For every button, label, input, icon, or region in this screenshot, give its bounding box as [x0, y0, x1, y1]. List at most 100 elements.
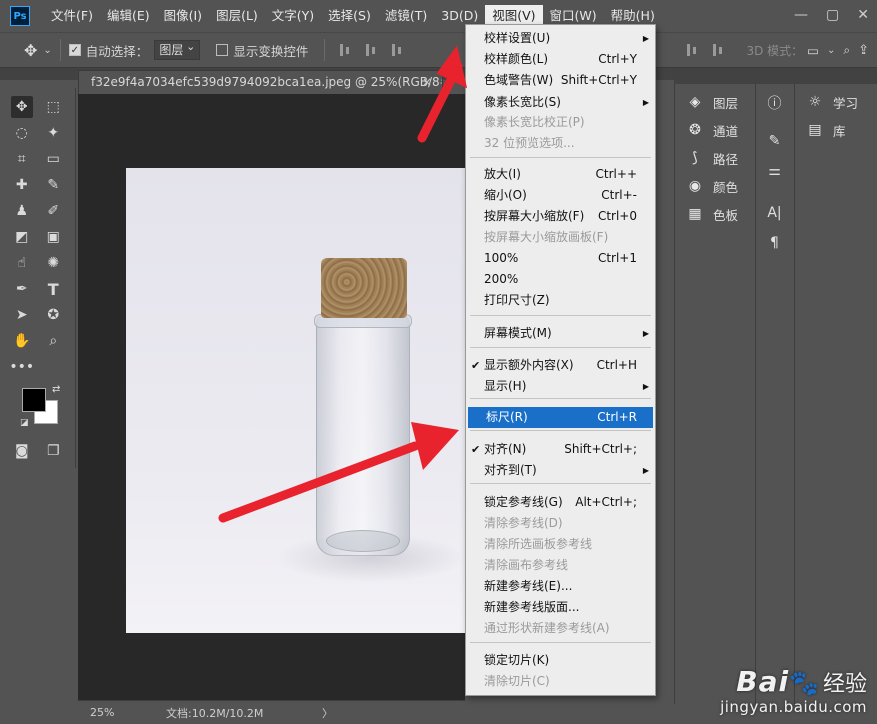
view-menu-item[interactable]: 像素长宽比(S) ▶: [466, 92, 655, 113]
swap-colors-icon[interactable]: ⇄: [52, 384, 60, 395]
search-icon[interactable]: ⌕: [843, 43, 850, 58]
panel-color[interactable]: ◉ 颜色: [675, 172, 754, 200]
menu-type[interactable]: 文字(Y): [265, 5, 321, 27]
view-menu-item[interactable]: 锁定切片(K): [466, 650, 655, 671]
lasso-tool-icon[interactable]: ◌: [11, 122, 33, 144]
view-menu-item[interactable]: 按屏幕大小缩放(F) Ctrl+0: [466, 206, 655, 227]
panel-learn[interactable]: ☼ 学习: [795, 88, 877, 116]
document-tab[interactable]: f32e9f4a7034efc539d9794092bca1ea.jpeg @ …: [78, 70, 443, 94]
canvas-area[interactable]: [78, 94, 465, 700]
3d-chevron-icon[interactable]: ⌄: [827, 45, 835, 56]
panel-layers[interactable]: ◈ 图层: [675, 88, 754, 116]
align-top-icon[interactable]: [337, 41, 355, 59]
smudge-tool-icon[interactable]: ☝: [11, 252, 33, 274]
swatches-icon: ▦: [688, 206, 702, 222]
view-menu-item: 像素长宽比校正(P): [466, 112, 655, 133]
distribute-h-icon[interactable]: [684, 41, 702, 59]
view-menu-item-label: 校样颜色(L): [484, 52, 549, 66]
view-menu-item[interactable]: 打印尺寸(Z): [466, 290, 655, 311]
pen-tool-icon[interactable]: ✒: [11, 278, 33, 300]
more-tools-icon[interactable]: •••: [9, 356, 34, 378]
view-menu-item-label: 新建参考线版面...: [484, 600, 580, 614]
shape-tool-icon[interactable]: ✪: [42, 304, 64, 326]
menu-filter[interactable]: 滤镜(T): [378, 5, 434, 27]
view-menu-item[interactable]: 100% Ctrl+1: [466, 248, 655, 269]
quick-mask-icon[interactable]: ◙: [11, 440, 33, 462]
panel-swatches[interactable]: ▦ 色板: [675, 200, 754, 228]
align-bottom-icon[interactable]: [389, 41, 407, 59]
menu-layer[interactable]: 图层(L): [209, 5, 265, 27]
move-tool-icon[interactable]: ✥: [24, 41, 37, 60]
auto-select-dropdown[interactable]: 图层: [154, 38, 201, 60]
status-menu-arrow-icon[interactable]: 〉: [322, 705, 333, 721]
view-menu-item[interactable]: 色域警告(W) Shift+Ctrl+Y: [466, 70, 655, 91]
menu-separator: [470, 315, 651, 316]
panel-library[interactable]: ▤ 库: [795, 116, 877, 144]
default-colors-icon[interactable]: ◪: [20, 418, 29, 428]
view-menu-item[interactable]: 屏幕模式(M) ▶: [466, 323, 655, 344]
foreground-color-swatch[interactable]: [22, 388, 46, 412]
brush-tool-icon[interactable]: ✎: [42, 174, 64, 196]
auto-select-checkbox[interactable]: ✓: [68, 44, 81, 56]
show-transform-label: 显示变换控件: [233, 43, 309, 59]
menu-select[interactable]: 选择(S): [321, 5, 378, 27]
character-icon[interactable]: A|: [756, 198, 793, 228]
view-menu-item-label: 打印尺寸(Z): [484, 293, 550, 307]
tool-preset-chevron-icon[interactable]: ⌄: [43, 45, 51, 56]
view-menu-item[interactable]: 放大(I) Ctrl++: [466, 164, 655, 185]
healing-brush-tool-icon[interactable]: ✚: [11, 174, 33, 196]
panel-paths[interactable]: ⟆ 路径: [675, 144, 754, 172]
menu-image[interactable]: 图像(I): [157, 5, 209, 27]
view-menu-item-shortcut: Ctrl++: [595, 167, 637, 181]
distribute-v-icon[interactable]: [710, 41, 728, 59]
brush-settings-icon[interactable]: ✎: [756, 126, 793, 156]
view-menu-item[interactable]: 新建参考线(E)...: [466, 576, 655, 597]
panel-channels[interactable]: ❂ 通道: [675, 116, 754, 144]
paragraph-icon[interactable]: ¶: [756, 228, 793, 258]
view-menu-item-label: 像素长宽比校正(P): [484, 115, 585, 129]
view-menu-item[interactable]: 200%: [466, 269, 655, 290]
view-menu-item[interactable]: 新建参考线版面...: [466, 597, 655, 618]
move-tool-icon[interactable]: ✥: [10, 96, 33, 118]
screen-mode-icon[interactable]: ❐: [42, 440, 64, 462]
clone-stamp-tool-icon[interactable]: ♟: [11, 200, 33, 222]
view-menu-item[interactable]: ✔ 显示额外内容(X) Ctrl+H: [466, 355, 655, 376]
checkmark-icon: ✔: [471, 359, 481, 372]
show-transform-checkbox[interactable]: [216, 44, 229, 56]
restore-button[interactable]: ▢: [826, 7, 839, 23]
sponge-tool-icon[interactable]: ✺: [42, 252, 64, 274]
view-menu-item: 清除所选画板参考线: [466, 534, 655, 555]
view-menu-item[interactable]: 标尺(R) Ctrl+R: [468, 407, 653, 428]
view-menu-item[interactable]: 校样设置(U) ▶: [466, 28, 655, 49]
view-menu-item[interactable]: 对齐到(T) ▶: [466, 460, 655, 481]
share-icon[interactable]: ⇪: [858, 43, 869, 58]
view-menu-item[interactable]: 校样颜色(L) Ctrl+Y: [466, 49, 655, 70]
3d-orbit-icon[interactable]: ▭: [807, 43, 819, 58]
crop-tool-icon[interactable]: ⌗: [11, 148, 33, 170]
view-menu-item[interactable]: 锁定参考线(G) Alt+Ctrl+;: [466, 492, 655, 513]
adjustments-icon[interactable]: ⚌: [756, 156, 793, 186]
gradient-tool-icon[interactable]: ▣: [42, 226, 64, 248]
magic-wand-tool-icon[interactable]: ✦: [42, 122, 64, 144]
path-selection-tool-icon[interactable]: ➤: [11, 304, 33, 326]
info-icon[interactable]: ⓘ: [756, 88, 793, 118]
view-menu-item-label: 清除切片(C): [484, 674, 550, 688]
align-vcenter-icon[interactable]: [363, 41, 381, 59]
view-menu-item-label: 屏幕模式(M): [484, 326, 552, 340]
baidu-jingyan-watermark: Bai🐾 经验 jingyan.baidu.com: [720, 665, 867, 716]
close-button[interactable]: ✕: [857, 7, 869, 23]
view-menu-item[interactable]: 显示(H) ▶: [466, 376, 655, 397]
eraser-tool-icon[interactable]: ◩: [11, 226, 33, 248]
view-menu-item[interactable]: ✔ 对齐(N) Shift+Ctrl+;: [466, 439, 655, 460]
zoom-tool-icon[interactable]: ⌕: [42, 330, 64, 352]
hand-tool-icon[interactable]: ✋: [11, 330, 33, 352]
marquee-tool-icon[interactable]: ⬚: [42, 96, 64, 118]
minimize-button[interactable]: —: [794, 7, 808, 23]
zoom-level-field[interactable]: 25%: [90, 706, 150, 719]
type-tool-icon[interactable]: T: [42, 278, 64, 300]
menu-edit[interactable]: 编辑(E): [100, 5, 157, 27]
history-brush-tool-icon[interactable]: ✐: [42, 200, 64, 222]
menu-file[interactable]: 文件(F): [44, 5, 100, 27]
ruler-tool-icon[interactable]: ▭: [42, 148, 64, 170]
view-menu-item[interactable]: 缩小(O) Ctrl+-: [466, 185, 655, 206]
